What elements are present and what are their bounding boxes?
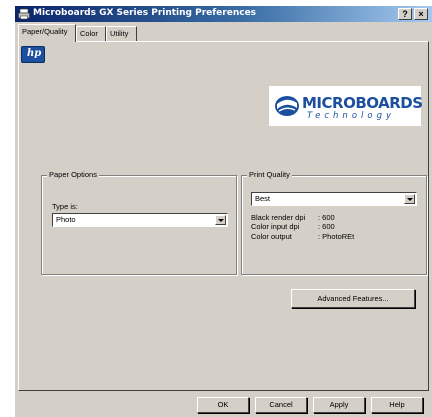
black-render-dpi-value: : 600 [318, 213, 335, 222]
black-render-dpi-key: Black render dpi [251, 213, 306, 222]
brand-name: MICROBOARDS [302, 94, 423, 112]
paper-options-label: Paper Options [47, 170, 99, 179]
help-button[interactable]: Help [371, 397, 423, 413]
ok-button[interactable]: OK [197, 397, 249, 413]
paper-type-value: Photo [56, 215, 76, 224]
printing-preferences-dialog: Microboards GX Series Printing Preferenc… [14, 5, 432, 417]
printer-icon [18, 8, 30, 20]
chevron-down-icon[interactable] [404, 194, 415, 204]
type-is-label: Type is: [52, 202, 78, 211]
tab-paper-quality[interactable]: Paper/Quality [18, 24, 76, 42]
window-title: Microboards GX Series Printing Preferenc… [33, 8, 257, 18]
advanced-features-button[interactable]: Advanced Features... [291, 289, 415, 308]
color-input-dpi-value: : 600 [318, 222, 335, 231]
cancel-button[interactable]: Cancel [255, 397, 307, 413]
tab-utility[interactable]: Utility [106, 26, 137, 41]
color-input-dpi-key: Color input dpi [251, 222, 300, 231]
print-quality-label: Print Quality [247, 170, 292, 179]
color-output-value: : PhotoREt [318, 232, 355, 241]
microboards-logo: MICROBOARDS Technology [269, 86, 423, 126]
color-output-key: Color output [251, 232, 292, 241]
paper-type-select[interactable]: Photo [52, 213, 228, 227]
hp-logo-text: hp [27, 48, 42, 59]
brand-tagline: Technology [307, 111, 396, 121]
close-button[interactable]: × [414, 8, 428, 20]
hp-logo: hp [21, 46, 45, 63]
title-bar[interactable]: Microboards GX Series Printing Preferenc… [15, 6, 432, 22]
help-title-button[interactable]: ? [398, 8, 412, 20]
print-quality-select[interactable]: Best [251, 192, 417, 206]
tab-color[interactable]: Color [76, 26, 106, 41]
apply-button[interactable]: Apply [313, 397, 365, 413]
print-quality-value: Best [255, 194, 271, 203]
chevron-down-icon[interactable] [215, 215, 226, 225]
